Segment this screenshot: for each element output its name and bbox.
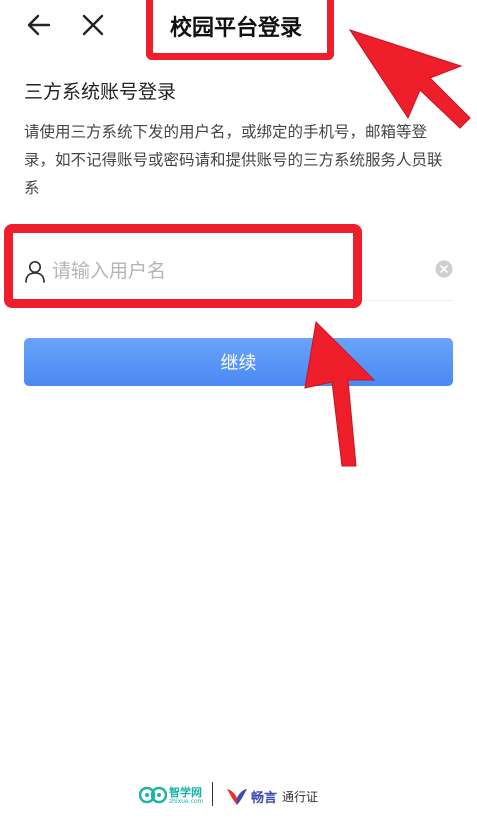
owl-logo-icon [138, 786, 168, 804]
changyan-suffix: 通行证 [282, 790, 319, 804]
footer-divider [212, 782, 213, 806]
section-heading: 三方系统账号登录 [24, 81, 177, 103]
changyan-name: 畅言 [251, 791, 278, 806]
input-highlight-box [4, 224, 362, 308]
close-icon[interactable] [76, 8, 110, 42]
arrow-left-icon[interactable] [22, 8, 56, 42]
footer: 智学网 zhixue.com 畅言 通行证 [0, 780, 477, 810]
page-title: 校园平台登录 [170, 16, 303, 41]
login-description: 请使用三方系统下发的用户名，或绑定的手机号，邮箱等登录，如不记得账号或密码请和提… [24, 123, 443, 197]
zhixue-logo: 智学网 zhixue.com [138, 784, 203, 808]
continue-button[interactable]: 继续 [24, 338, 453, 386]
zhixue-domain: zhixue.com [169, 798, 204, 805]
header: 校园平台登录 [0, 0, 477, 60]
changyan-bird-icon [227, 789, 247, 805]
clear-input-icon[interactable] [435, 260, 453, 278]
